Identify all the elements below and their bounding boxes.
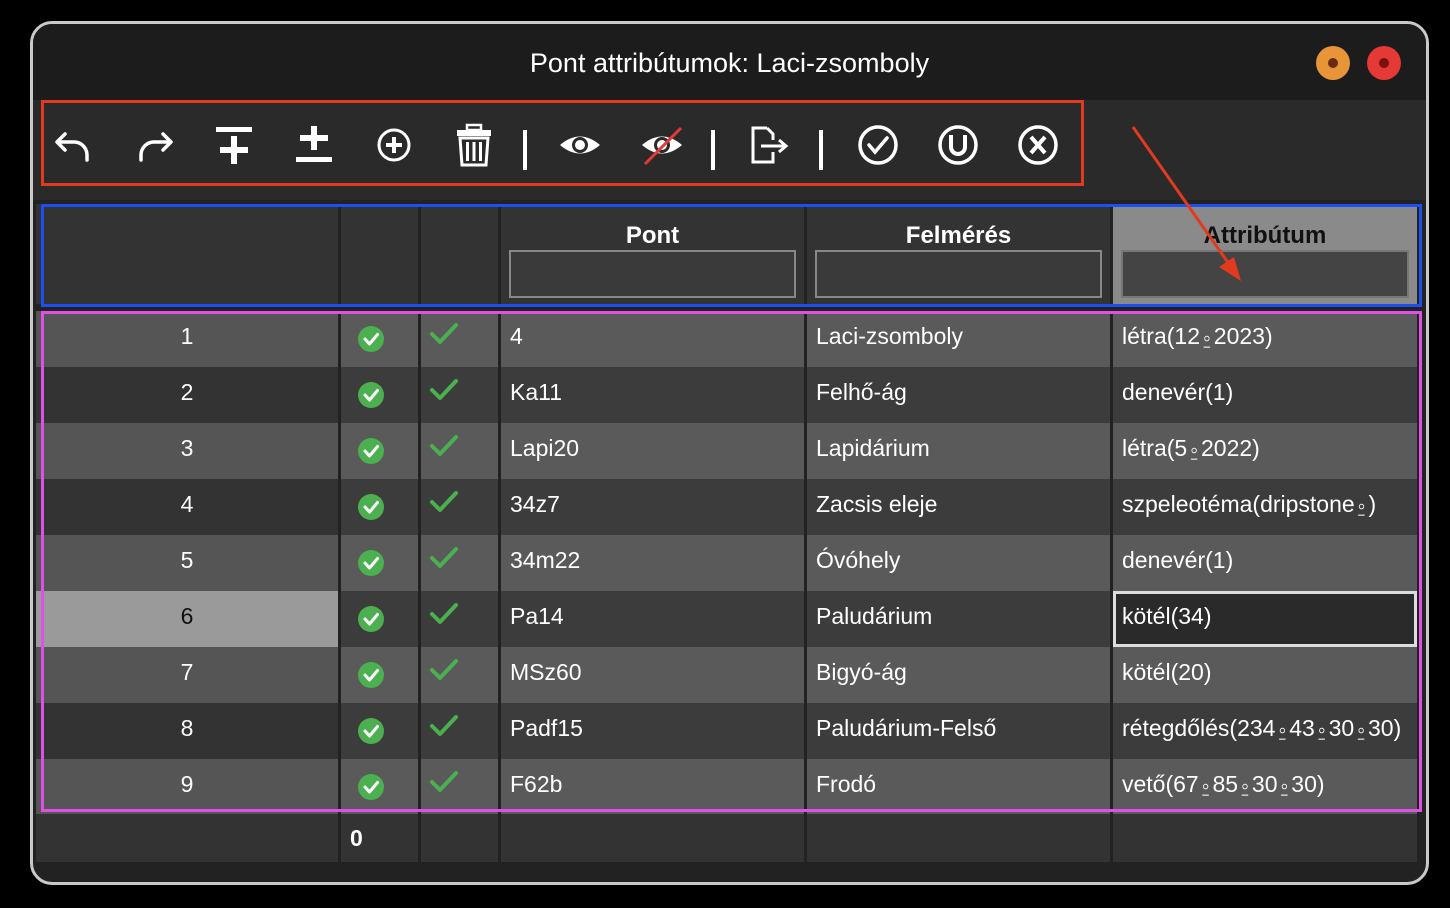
- pont-cell[interactable]: MSz60: [501, 647, 804, 703]
- row-number[interactable]: 8: [36, 703, 338, 759]
- felmeres-cell[interactable]: Lapidárium: [807, 423, 1110, 479]
- status-cell[interactable]: [341, 647, 418, 703]
- table-row[interactable]: 4 34z7 Zacsis eleje szpeleotéma(dripstone⍛): [33, 479, 1420, 535]
- delete-icon[interactable]: [451, 122, 497, 168]
- add-remove-row-icon[interactable]: [291, 122, 337, 168]
- check-cell[interactable]: [421, 311, 498, 367]
- check-cell[interactable]: [421, 535, 498, 591]
- status-cell[interactable]: [341, 367, 418, 423]
- check-cell[interactable]: [421, 759, 498, 815]
- pont-cell[interactable]: 4: [501, 311, 804, 367]
- row-number[interactable]: 4: [36, 479, 338, 535]
- status-cell[interactable]: [341, 423, 418, 479]
- row-number[interactable]: 5: [36, 535, 338, 591]
- attributum-cell[interactable]: kötél(34): [1113, 591, 1417, 647]
- table-row[interactable]: 2 Ka11 Felhő-ág denevér(1): [33, 367, 1420, 423]
- row-number[interactable]: 6: [36, 591, 338, 647]
- table-row[interactable]: 6 Pa14 Paludárium kötél(34): [33, 591, 1420, 647]
- footer-row: 0: [33, 814, 1420, 864]
- footer-cell: [421, 814, 498, 862]
- add-circle-icon[interactable]: [371, 122, 417, 168]
- table-row[interactable]: 1 4 Laci-zsomboly létra(12⍛2023): [33, 311, 1420, 367]
- row-number[interactable]: 7: [36, 647, 338, 703]
- attributum-cell[interactable]: denevér(1): [1113, 535, 1417, 591]
- footer-corner: [36, 814, 338, 862]
- status-cell[interactable]: [341, 591, 418, 647]
- felmeres-cell[interactable]: Óvóhely: [807, 535, 1110, 591]
- row-number[interactable]: 1: [36, 311, 338, 367]
- pont-cell[interactable]: F62b: [501, 759, 804, 815]
- hide-icon[interactable]: [639, 122, 685, 168]
- felmeres-cell[interactable]: Paludárium: [807, 591, 1110, 647]
- toolbar-separator: [711, 130, 715, 170]
- toolbar-separator: [523, 130, 527, 170]
- felmeres-cell[interactable]: Paludárium-Felső: [807, 703, 1110, 759]
- header-highlight: [41, 204, 1422, 307]
- check-cell[interactable]: [421, 367, 498, 423]
- table-row[interactable]: 7 MSz60 Bigyó-ág kötél(20): [33, 647, 1420, 703]
- pont-cell[interactable]: 34z7: [501, 479, 804, 535]
- undo-icon[interactable]: [51, 122, 97, 168]
- row-number[interactable]: 3: [36, 423, 338, 479]
- check-circle-icon[interactable]: [855, 122, 901, 168]
- check-cell[interactable]: [421, 591, 498, 647]
- show-icon[interactable]: [557, 122, 603, 168]
- redo-icon[interactable]: [131, 122, 177, 168]
- footer-count: 0: [341, 814, 418, 862]
- attributum-cell[interactable]: létra(5⍛2022): [1113, 423, 1417, 479]
- felmeres-cell[interactable]: Frodó: [807, 759, 1110, 815]
- attributes-window: Pont attribútumok: Laci-zsomboly Pont Fe…: [30, 21, 1429, 885]
- toolbar-separator: [819, 130, 823, 170]
- attributum-cell[interactable]: létra(12⍛2023): [1113, 311, 1417, 367]
- status-cell[interactable]: [341, 759, 418, 815]
- attributum-cell[interactable]: denevér(1): [1113, 367, 1417, 423]
- close-button[interactable]: [1367, 46, 1401, 80]
- status-cell[interactable]: [341, 535, 418, 591]
- row-number[interactable]: 2: [36, 367, 338, 423]
- check-cell[interactable]: [421, 647, 498, 703]
- check-cell[interactable]: [421, 479, 498, 535]
- attributum-cell[interactable]: vető(67⍛85⍛30⍛30): [1113, 759, 1417, 815]
- insert-row-icon[interactable]: [211, 122, 257, 168]
- status-cell[interactable]: [341, 311, 418, 367]
- table-row[interactable]: 5 34m22 Óvóhely denevér(1): [33, 535, 1420, 591]
- attributum-cell[interactable]: rétegdőlés(234⍛43⍛30⍛30): [1113, 703, 1417, 759]
- check-cell[interactable]: [421, 703, 498, 759]
- row-number[interactable]: 9: [36, 759, 338, 815]
- footer-cell: [1113, 814, 1417, 862]
- minimize-button[interactable]: [1316, 46, 1350, 80]
- table-row[interactable]: 9 F62b Frodó vető(67⍛85⍛30⍛30): [33, 759, 1420, 815]
- check-cell[interactable]: [421, 423, 498, 479]
- attributum-cell[interactable]: szpeleotéma(dripstone⍛): [1113, 479, 1417, 535]
- window-title: Pont attribútumok: Laci-zsomboly: [529, 48, 930, 78]
- pont-cell[interactable]: Padf15: [501, 703, 804, 759]
- pont-cell[interactable]: 34m22: [501, 535, 804, 591]
- felmeres-cell[interactable]: Zacsis eleje: [807, 479, 1110, 535]
- x-circle-icon[interactable]: [1015, 122, 1061, 168]
- pont-cell[interactable]: Lapi20: [501, 423, 804, 479]
- toolbar: [33, 100, 1426, 200]
- u-circle-icon[interactable]: [935, 122, 981, 168]
- status-cell[interactable]: [341, 703, 418, 759]
- table-row[interactable]: 8 Padf15 Paludárium-Felső rétegdőlés(234⍛43…: [33, 703, 1420, 759]
- footer-cell: [501, 814, 804, 862]
- status-cell[interactable]: [341, 479, 418, 535]
- title-bar: Pont attribútumok: Laci-zsomboly: [33, 24, 1426, 100]
- felmeres-cell[interactable]: Laci-zsomboly: [807, 311, 1110, 367]
- pont-cell[interactable]: Ka11: [501, 367, 804, 423]
- footer-cell: [807, 814, 1110, 862]
- attributum-cell[interactable]: kötél(20): [1113, 647, 1417, 703]
- export-icon[interactable]: [745, 122, 791, 168]
- felmeres-cell[interactable]: Felhő-ág: [807, 367, 1110, 423]
- table-row[interactable]: 3 Lapi20 Lapidárium létra(5⍛2022): [33, 423, 1420, 479]
- pont-cell[interactable]: Pa14: [501, 591, 804, 647]
- felmeres-cell[interactable]: Bigyó-ág: [807, 647, 1110, 703]
